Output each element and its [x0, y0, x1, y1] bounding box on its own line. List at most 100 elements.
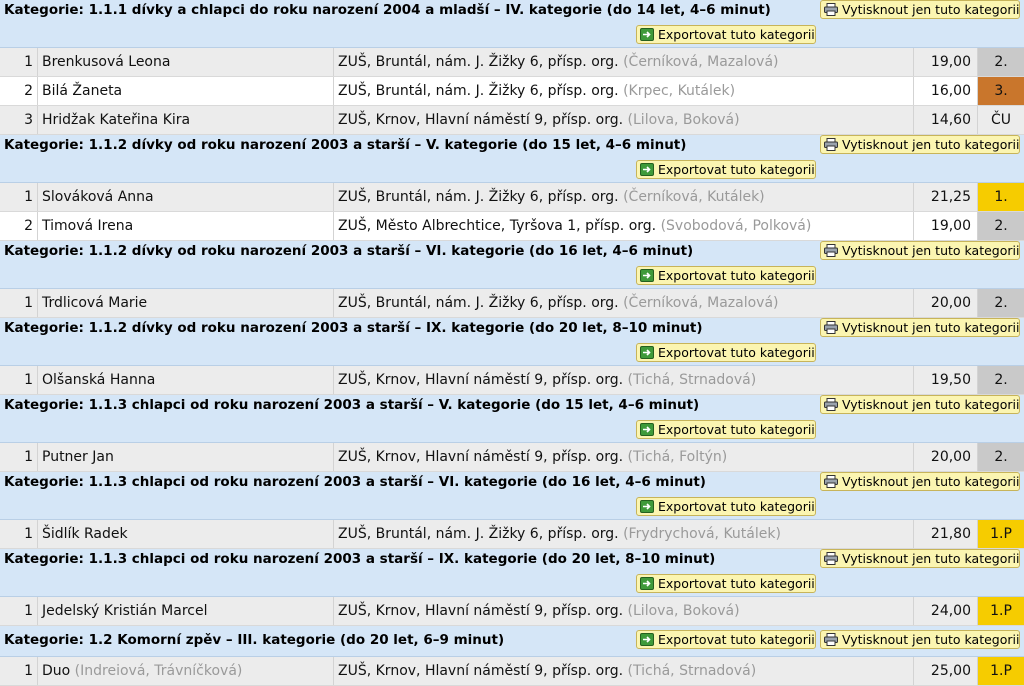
competitor-name: Trdlicová Marie — [42, 295, 148, 311]
category-header: Kategorie: 1.1.2 dívky od roku narození … — [0, 318, 1024, 366]
score: 16,00 — [914, 77, 978, 105]
placement-badge: 1. — [978, 183, 1024, 211]
school-cell: ZUŠ, Bruntál, nám. J. Žižky 6, přísp. or… — [334, 520, 914, 548]
table-row: 3 Hridžak Kateřina Kira ZUŠ, Krnov, Hlavní… — [0, 106, 1024, 135]
printer-icon — [824, 552, 838, 565]
row-number: 1 — [0, 366, 38, 394]
print-category-button[interactable]: Vytisknout jen tuto kategorii — [820, 241, 1020, 260]
print-button-label: Vytisknout jen tuto kategorii — [842, 632, 1020, 647]
category-title: Kategorie: 1.1.2 dívky od roku narození … — [4, 320, 703, 336]
printer-icon — [824, 633, 838, 646]
placement-badge: 2. — [978, 366, 1024, 394]
school-cell: ZUŠ, Krnov, Hlavní náměstí 9, přísp. org… — [334, 657, 914, 685]
placement-badge: 1.P — [978, 520, 1024, 548]
competitor-name: Hridžak Kateřina Kira — [42, 112, 191, 128]
export-icon — [640, 500, 654, 513]
teacher-names: (Svobodová, Polková) — [660, 218, 812, 234]
export-category-button[interactable]: Exportovat tuto kategorii — [636, 343, 816, 362]
category-title: Kategorie: 1.1.3 chlapci od roku narozen… — [4, 474, 706, 490]
teacher-names: (Tichá, Strnadová) — [627, 372, 757, 388]
table-row: 2 Bilá Žaneta ZUŠ, Bruntál, nám. J. Žižky … — [0, 77, 1024, 106]
export-icon — [640, 423, 654, 436]
export-button-label: Exportovat tuto kategorii — [658, 268, 815, 283]
print-button-label: Vytisknout jen tuto kategorii — [842, 320, 1020, 335]
table-row: 1 Duo (Indreiová, Trávníčková) ZUŠ, Krnov,… — [0, 657, 1024, 686]
school-name: ZUŠ, Krnov, Hlavní náměstí 9, přísp. org… — [338, 372, 624, 388]
export-category-button[interactable]: Exportovat tuto kategorii — [636, 160, 816, 179]
print-category-button[interactable]: Vytisknout jen tuto kategorii — [820, 395, 1020, 414]
print-button-label: Vytisknout jen tuto kategorii — [842, 243, 1020, 258]
export-icon — [640, 28, 654, 41]
school-name: ZUŠ, Bruntál, nám. J. Žižky 6, přísp. or… — [338, 54, 619, 70]
school-name: ZUŠ, Krnov, Hlavní náměstí 9, přísp. org… — [338, 603, 624, 619]
competitor-name-cell: Olšanská Hanna — [38, 366, 334, 394]
school-name: ZUŠ, Bruntál, nám. J. Žižky 6, přísp. or… — [338, 526, 619, 542]
printer-icon — [824, 244, 838, 257]
export-icon — [640, 346, 654, 359]
competitor-name-cell: Duo (Indreiová, Trávníčková) — [38, 657, 334, 685]
table-row: 1 Olšanská Hanna ZUŠ, Krnov, Hlavní náměst… — [0, 366, 1024, 395]
row-number: 1 — [0, 520, 38, 548]
export-button-label: Exportovat tuto kategorii — [658, 345, 815, 360]
competitor-name: Brenkusová Leona — [42, 54, 171, 70]
export-button-label: Exportovat tuto kategorii — [658, 499, 815, 514]
school-name: ZUŠ, Krnov, Hlavní náměstí 9, přísp. org… — [338, 449, 624, 465]
category-header: Kategorie: 1.1.1 dívky a chlapci do roku… — [0, 0, 1024, 48]
table-row: 2 Timová Irena ZUŠ, Město Albrechtice, Tyr… — [0, 212, 1024, 241]
school-cell: ZUŠ, Krnov, Hlavní náměstí 9, přísp. org… — [334, 597, 914, 625]
print-category-button[interactable]: Vytisknout jen tuto kategorii — [820, 318, 1020, 337]
results-list: Kategorie: 1.1.1 dívky a chlapci do roku… — [0, 0, 1024, 686]
competitor-name-cell: Šidlík Radek — [38, 520, 334, 548]
competitor-name: Jedelský Kristián Marcel — [42, 603, 208, 619]
export-icon — [640, 633, 654, 646]
print-button-label: Vytisknout jen tuto kategorii — [842, 474, 1020, 489]
ensemble-members: (Indreiová, Trávníčková) — [74, 663, 243, 679]
category-header: Kategorie: 1.1.3 chlapci od roku narozen… — [0, 472, 1024, 520]
export-category-button[interactable]: Exportovat tuto kategorii — [636, 630, 816, 649]
competitor-name: Slováková Anna — [42, 189, 154, 205]
competitor-name-cell: Hridžak Kateřina Kira — [38, 106, 334, 134]
placement-badge: 2. — [978, 443, 1024, 471]
score: 20,00 — [914, 443, 978, 471]
print-category-button[interactable]: Vytisknout jen tuto kategorii — [820, 135, 1020, 154]
export-category-button[interactable]: Exportovat tuto kategorii — [636, 420, 816, 439]
export-icon — [640, 269, 654, 282]
school-cell: ZUŠ, Město Albrechtice, Tyršova 1, přísp… — [334, 212, 914, 240]
competitor-name-cell: Putner Jan — [38, 443, 334, 471]
teacher-names: (Černíková, Mazalová) — [623, 295, 779, 311]
row-number: 1 — [0, 48, 38, 76]
export-button-label: Exportovat tuto kategorii — [658, 632, 815, 647]
competitor-name-cell: Bilá Žaneta — [38, 77, 334, 105]
category-title: Kategorie: 1.1.1 dívky a chlapci do roku… — [4, 2, 771, 18]
competitor-name-cell: Jedelský Kristián Marcel — [38, 597, 334, 625]
export-icon — [640, 577, 654, 590]
export-category-button[interactable]: Exportovat tuto kategorii — [636, 25, 816, 44]
placement-badge: 3. — [978, 77, 1024, 105]
school-cell: ZUŠ, Krnov, Hlavní náměstí 9, přísp. org… — [334, 443, 914, 471]
row-number: 3 — [0, 106, 38, 134]
teacher-names: (Krpec, Kutálek) — [623, 83, 736, 99]
print-category-button[interactable]: Vytisknout jen tuto kategorii — [820, 630, 1020, 649]
export-category-button[interactable]: Exportovat tuto kategorii — [636, 266, 816, 285]
teacher-names: (Lilova, Boková) — [627, 603, 740, 619]
print-category-button[interactable]: Vytisknout jen tuto kategorii — [820, 472, 1020, 491]
teacher-names: (Tichá, Strnadová) — [627, 663, 757, 679]
teacher-names: (Lilova, Boková) — [627, 112, 740, 128]
score: 25,00 — [914, 657, 978, 685]
row-number: 1 — [0, 289, 38, 317]
print-category-button[interactable]: Vytisknout jen tuto kategorii — [820, 549, 1020, 568]
score: 21,25 — [914, 183, 978, 211]
printer-icon — [824, 475, 838, 488]
print-category-button[interactable]: Vytisknout jen tuto kategorii — [820, 0, 1020, 19]
print-button-label: Vytisknout jen tuto kategorii — [842, 2, 1020, 17]
export-button-label: Exportovat tuto kategorii — [658, 422, 815, 437]
school-cell: ZUŠ, Bruntál, nám. J. Žižky 6, přísp. or… — [334, 289, 914, 317]
competitor-name: Bilá Žaneta — [42, 83, 123, 99]
teacher-names: (Černíková, Mazalová) — [623, 54, 779, 70]
category-title: Kategorie: 1.1.2 dívky od roku narození … — [4, 137, 687, 153]
export-category-button[interactable]: Exportovat tuto kategorii — [636, 574, 816, 593]
export-category-button[interactable]: Exportovat tuto kategorii — [636, 497, 816, 516]
row-number: 1 — [0, 657, 38, 685]
export-icon — [640, 163, 654, 176]
table-row: 1 Jedelský Kristián Marcel ZUŠ, Krnov, Hla… — [0, 597, 1024, 626]
